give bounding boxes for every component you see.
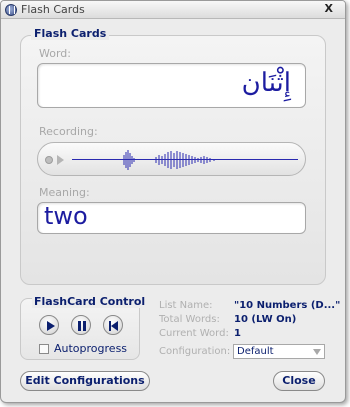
meaning-field: two — [37, 202, 306, 234]
chevron-down-icon — [313, 349, 321, 355]
configuration-select[interactable]: Default — [233, 344, 325, 359]
edit-configurations-button[interactable]: Edit Configurations — [20, 371, 150, 391]
play-button[interactable] — [39, 315, 59, 335]
total-words-label: Total Words: — [159, 314, 220, 325]
flashcard-control-legend: FlashCard Control — [32, 295, 148, 308]
total-words-value: 10 (LW On) — [234, 314, 297, 325]
window-title: Flash Cards — [21, 3, 85, 16]
play-icon — [47, 321, 55, 331]
flash-cards-window: Flash Cards X Flash Cards Word: إِثْنَان… — [0, 0, 346, 403]
rewind-button[interactable] — [103, 315, 123, 335]
current-word-value: 1 — [234, 328, 241, 339]
list-name-label: List Name: — [159, 300, 213, 311]
current-word-label: Current Word: — [159, 328, 229, 339]
title-bar[interactable]: Flash Cards X — [1, 1, 345, 19]
list-name-value: "10 Numbers (D..." — [234, 300, 341, 311]
close-window-button[interactable]: X — [325, 2, 333, 15]
record-dot-icon[interactable] — [45, 156, 53, 164]
configuration-label: Configuration: — [159, 346, 231, 357]
meaning-label: Meaning: — [39, 186, 90, 199]
word-label: Word: — [39, 47, 71, 60]
close-button[interactable]: Close — [273, 371, 325, 391]
autoprogress-checkbox[interactable] — [39, 344, 49, 354]
waveform-icon — [123, 150, 215, 170]
pause-button[interactable] — [71, 315, 91, 335]
word-value: إِثْنَان — [241, 68, 291, 98]
recording-player[interactable] — [37, 142, 306, 176]
panel-legend: Flash Cards — [31, 27, 110, 40]
configuration-value: Default — [237, 346, 274, 357]
autoprogress-label[interactable]: Autoprogress — [54, 342, 127, 355]
play-recording-icon[interactable] — [57, 155, 64, 165]
word-field: إِثْنَان — [37, 63, 306, 108]
meaning-value: two — [44, 202, 88, 230]
recording-label: Recording: — [39, 125, 98, 138]
app-icon — [5, 4, 17, 16]
